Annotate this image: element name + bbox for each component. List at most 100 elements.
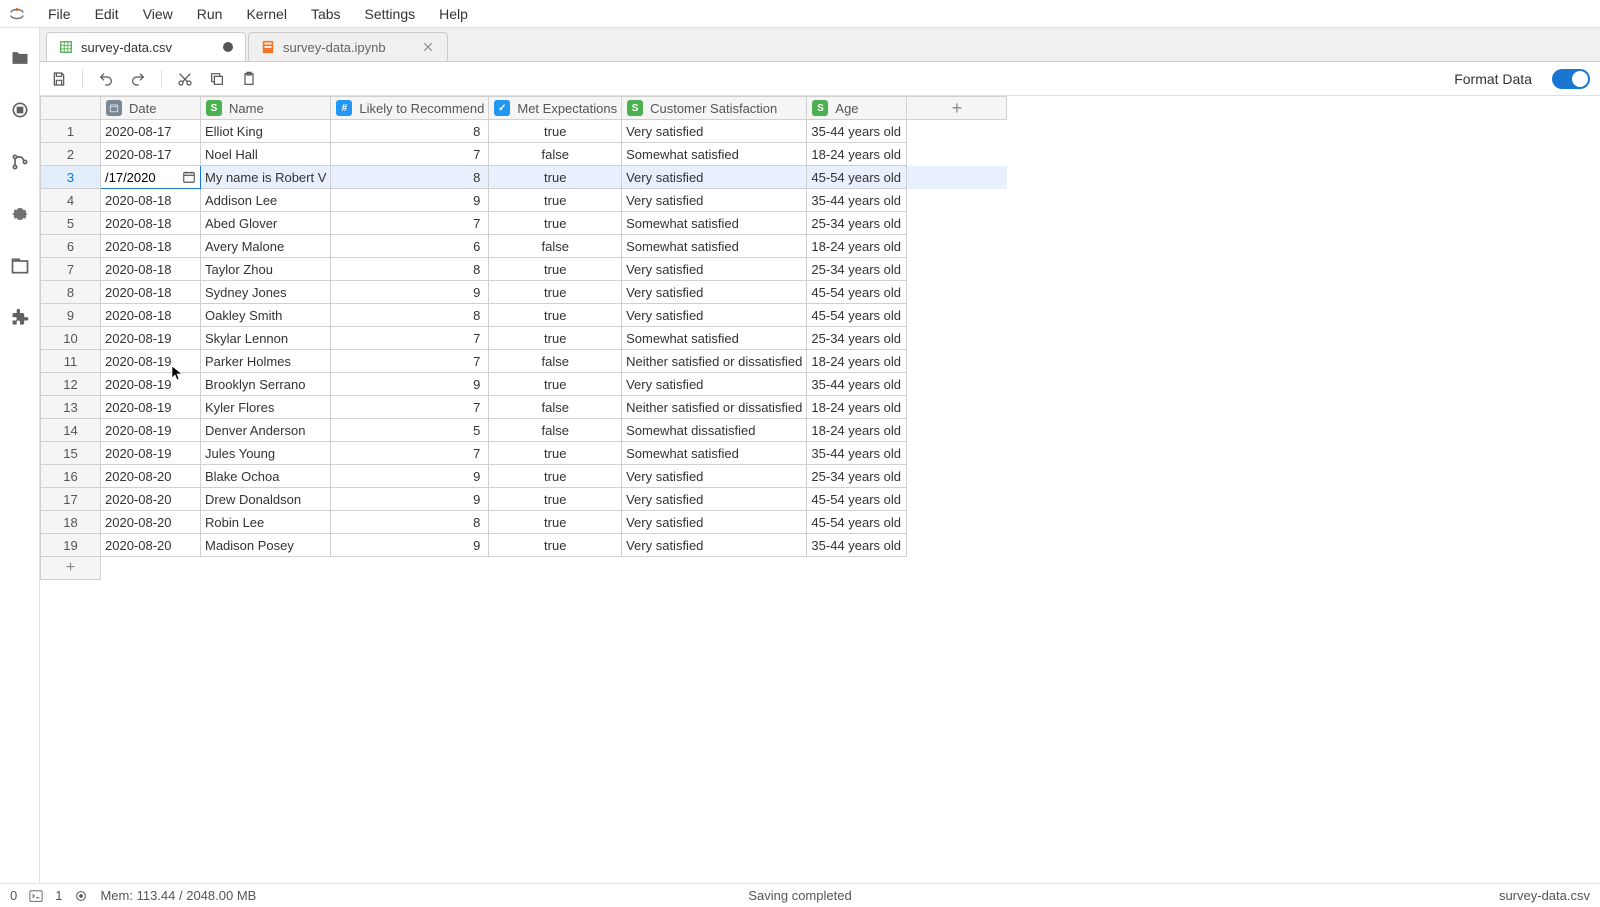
cell-met[interactable]: false <box>489 350 622 373</box>
cell-recommend[interactable]: 7 <box>331 396 489 419</box>
cell-met[interactable]: true <box>489 373 622 396</box>
row-number[interactable]: 14 <box>41 419 101 442</box>
cell-met[interactable]: true <box>489 189 622 212</box>
cell-satisfaction[interactable]: Very satisfied <box>622 488 807 511</box>
cell-met[interactable]: false <box>489 235 622 258</box>
cell-name[interactable]: Denver Anderson <box>201 419 331 442</box>
cell-date[interactable]: 2020-08-20 <box>101 488 201 511</box>
cell-satisfaction[interactable]: Very satisfied <box>622 534 807 557</box>
table-row[interactable]: 92020-08-18Oakley Smith8trueVery satisfi… <box>41 304 1007 327</box>
cell-name[interactable]: Parker Holmes <box>201 350 331 373</box>
cell-date[interactable]: 2020-08-18 <box>101 235 201 258</box>
cell-name[interactable]: Elliot King <box>201 120 331 143</box>
cell-met[interactable]: true <box>489 281 622 304</box>
redo-icon[interactable] <box>129 70 147 88</box>
cell-satisfaction[interactable]: Very satisfied <box>622 120 807 143</box>
table-row[interactable]: 182020-08-20Robin Lee8trueVery satisfied… <box>41 511 1007 534</box>
cell-date[interactable]: 2020-08-19 <box>101 327 201 350</box>
row-number[interactable]: 19 <box>41 534 101 557</box>
cell-date[interactable]: 2020-08-19 <box>101 419 201 442</box>
cell-recommend[interactable]: 5 <box>331 419 489 442</box>
undo-icon[interactable] <box>97 70 115 88</box>
menu-kernel[interactable]: Kernel <box>234 2 298 26</box>
add-column-button[interactable]: + <box>907 97 1007 120</box>
cell-name[interactable]: Jules Young <box>201 442 331 465</box>
kernel-icon[interactable] <box>74 889 88 903</box>
column-header-date[interactable]: Date <box>101 97 201 120</box>
cell-date[interactable]: 2020-08-18 <box>101 304 201 327</box>
table-row[interactable]: 3My name is Robert V8trueVery satisfied4… <box>41 166 1007 189</box>
save-icon[interactable] <box>50 70 68 88</box>
cell-satisfaction[interactable]: Very satisfied <box>622 465 807 488</box>
cell-satisfaction[interactable]: Somewhat dissatisfied <box>622 419 807 442</box>
cell-met[interactable]: false <box>489 396 622 419</box>
row-number[interactable]: 6 <box>41 235 101 258</box>
column-header-name[interactable]: SName <box>201 97 331 120</box>
cell-age[interactable]: 35-44 years old <box>807 373 907 396</box>
calendar-icon[interactable] <box>182 170 196 184</box>
cell-recommend[interactable]: 9 <box>331 534 489 557</box>
row-number[interactable]: 8 <box>41 281 101 304</box>
table-row[interactable]: 42020-08-18Addison Lee9trueVery satisfie… <box>41 189 1007 212</box>
cell-age[interactable]: 45-54 years old <box>807 281 907 304</box>
cell-date[interactable]: 2020-08-19 <box>101 350 201 373</box>
cell-met[interactable]: false <box>489 143 622 166</box>
tabs-icon[interactable] <box>10 256 30 276</box>
cell-met[interactable]: true <box>489 488 622 511</box>
cell-name[interactable]: Skylar Lennon <box>201 327 331 350</box>
cell-age[interactable]: 18-24 years old <box>807 235 907 258</box>
table-row[interactable]: 102020-08-19Skylar Lennon7trueSomewhat s… <box>41 327 1007 350</box>
cell-name[interactable]: Avery Malone <box>201 235 331 258</box>
cell-satisfaction[interactable]: Somewhat satisfied <box>622 212 807 235</box>
cut-icon[interactable] <box>176 70 194 88</box>
terminal-icon[interactable] <box>29 889 43 903</box>
cell-name[interactable]: Taylor Zhou <box>201 258 331 281</box>
cell-recommend[interactable]: 9 <box>331 465 489 488</box>
row-number[interactable]: 1 <box>41 120 101 143</box>
menu-edit[interactable]: Edit <box>83 2 131 26</box>
cell-age[interactable]: 18-24 years old <box>807 396 907 419</box>
extensions-icon[interactable] <box>10 308 30 328</box>
row-number[interactable]: 16 <box>41 465 101 488</box>
cell-satisfaction[interactable]: Very satisfied <box>622 189 807 212</box>
table-row[interactable]: 152020-08-19Jules Young7trueSomewhat sat… <box>41 442 1007 465</box>
paste-icon[interactable] <box>240 70 258 88</box>
cell-met[interactable]: true <box>489 442 622 465</box>
table-row[interactable]: 122020-08-19Brooklyn Serrano9trueVery sa… <box>41 373 1007 396</box>
menu-view[interactable]: View <box>131 2 185 26</box>
table-row[interactable]: 172020-08-20Drew Donaldson9trueVery sati… <box>41 488 1007 511</box>
cell-name[interactable]: Addison Lee <box>201 189 331 212</box>
column-header-customer-satisfaction[interactable]: SCustomer Satisfaction <box>622 97 807 120</box>
cell-satisfaction[interactable]: Neither satisfied or dissatisfied <box>622 396 807 419</box>
cell-age[interactable]: 18-24 years old <box>807 143 907 166</box>
row-number[interactable]: 13 <box>41 396 101 419</box>
menu-tabs[interactable]: Tabs <box>299 2 353 26</box>
row-number[interactable]: 15 <box>41 442 101 465</box>
folder-icon[interactable] <box>10 48 30 68</box>
cell-name[interactable]: Oakley Smith <box>201 304 331 327</box>
tab-survey-ipynb[interactable]: survey-data.ipynb <box>248 32 448 61</box>
cell-recommend[interactable]: 6 <box>331 235 489 258</box>
cell-satisfaction[interactable]: Very satisfied <box>622 511 807 534</box>
cell-age[interactable]: 45-54 years old <box>807 166 907 189</box>
table-row[interactable]: 82020-08-18Sydney Jones9trueVery satisfi… <box>41 281 1007 304</box>
cell-satisfaction[interactable]: Somewhat satisfied <box>622 442 807 465</box>
row-number[interactable]: 10 <box>41 327 101 350</box>
menu-help[interactable]: Help <box>427 2 480 26</box>
cell-recommend[interactable]: 7 <box>331 327 489 350</box>
cell-satisfaction[interactable]: Somewhat satisfied <box>622 235 807 258</box>
row-number[interactable]: 18 <box>41 511 101 534</box>
cell-met[interactable]: true <box>489 120 622 143</box>
table-row[interactable]: 192020-08-20Madison Posey9trueVery satis… <box>41 534 1007 557</box>
cell-recommend[interactable]: 7 <box>331 350 489 373</box>
cell-date[interactable]: 2020-08-19 <box>101 396 201 419</box>
table-row[interactable]: 142020-08-19Denver Anderson5falseSomewha… <box>41 419 1007 442</box>
cell-satisfaction[interactable]: Somewhat satisfied <box>622 143 807 166</box>
cell-age[interactable]: 45-54 years old <box>807 488 907 511</box>
cell-date[interactable]: 2020-08-18 <box>101 281 201 304</box>
cell-age[interactable]: 18-24 years old <box>807 350 907 373</box>
cell-date[interactable]: 2020-08-20 <box>101 511 201 534</box>
row-number[interactable]: 17 <box>41 488 101 511</box>
cell-age[interactable]: 45-54 years old <box>807 511 907 534</box>
cell-name[interactable]: Abed Glover <box>201 212 331 235</box>
